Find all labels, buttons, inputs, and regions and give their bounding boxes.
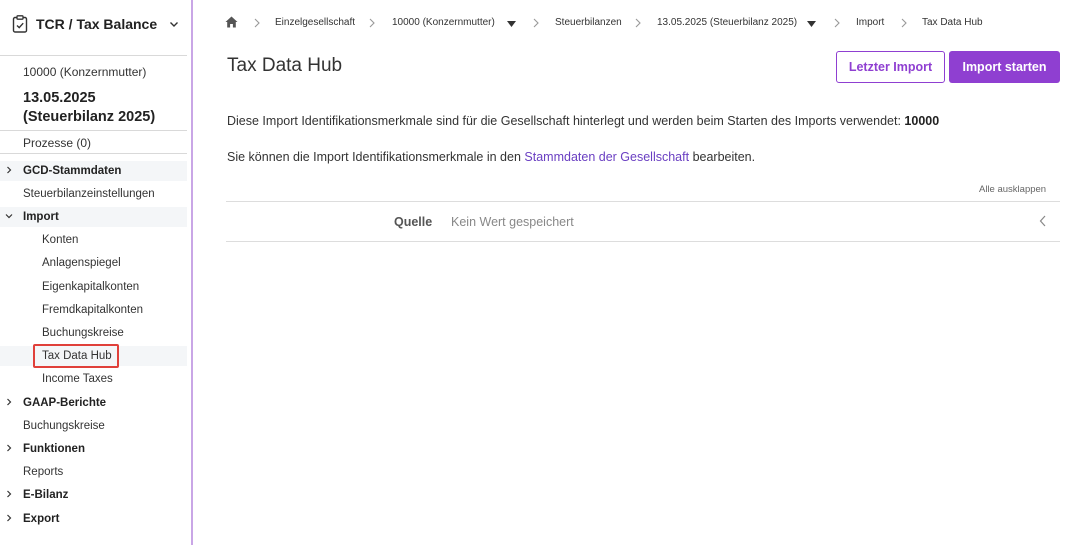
chevron-right-icon: [369, 18, 375, 28]
sidebar-item-income-taxes[interactable]: Income Taxes: [0, 369, 187, 389]
sidebar-item-fremdkapitalkonten[interactable]: Fremdkapitalkonten: [0, 300, 187, 320]
chevron-right-icon: [635, 18, 641, 28]
sidebar-item-label: E-Bilanz: [23, 489, 69, 501]
breadcrumb-import[interactable]: Import: [856, 17, 884, 28]
sidebar-item-eigenkapitalkonten[interactable]: Eigenkapitalkonten: [0, 277, 187, 297]
sidebar-item-buchungskreise-import[interactable]: Buchungskreise: [0, 323, 187, 343]
row-divider: [226, 241, 1060, 242]
sidebar: TCR / Tax Balance 10000 (Konzernmutter) …: [0, 0, 191, 545]
chevron-right-icon: [7, 166, 12, 174]
sidebar-item-steuerbilanzeinstellungen[interactable]: Steuerbilanzeinstellungen: [0, 184, 187, 204]
chevron-right-icon: [901, 18, 907, 28]
chevron-down-icon: [5, 214, 13, 219]
company-name: 10000 (Konzernmutter): [23, 65, 147, 79]
chevron-right-icon: [7, 514, 12, 522]
sidebar-item-konten[interactable]: Konten: [0, 230, 187, 250]
sidebar-item-label: Buchungskreise: [42, 327, 124, 339]
chevron-down-icon: [170, 22, 179, 27]
sidebar-item-label: Reports: [23, 466, 64, 478]
source-label: Quelle: [394, 215, 433, 229]
sidebar-item-label: Eigenkapitalkonten: [42, 281, 140, 293]
sidebar-item-label: Import: [23, 211, 59, 223]
sidebar-item-gaap-berichte[interactable]: GAAP-Berichte: [0, 393, 187, 413]
chevron-right-icon: [834, 18, 840, 28]
processes-link[interactable]: Prozesse (0): [23, 136, 91, 150]
expand-all-link[interactable]: Alle ausklappen: [979, 184, 1046, 195]
sidebar-item-reports[interactable]: Reports: [0, 462, 187, 482]
sidebar-item-label: Fremdkapitalkonten: [42, 304, 143, 316]
sidebar-item-label: Steuerbilanzeinstellungen: [23, 188, 155, 200]
source-value: Kein Wert gespeichert: [451, 215, 574, 229]
last-import-button[interactable]: Letzter Import: [836, 51, 945, 83]
sidebar-item-label: Anlagenspiegel: [42, 257, 121, 269]
sidebar-item-label: Tax Data Hub: [42, 350, 112, 362]
sidebar-item-import[interactable]: Import: [0, 207, 187, 227]
chevron-right-icon: [7, 398, 12, 406]
divider: [0, 153, 187, 154]
sidebar-item-label: Buchungskreise: [23, 420, 105, 432]
sidebar-item-anlagenspiegel[interactable]: Anlagenspiegel: [0, 253, 187, 273]
sidebar-item-label: Funktionen: [23, 443, 85, 455]
sidebar-item-label: GCD-Stammdaten: [23, 165, 122, 177]
balance-date-line2: (Steuerbilanz 2025): [23, 109, 156, 125]
sidebar-item-label: Export: [23, 513, 60, 525]
row-divider: [226, 201, 1060, 202]
caret-down-icon[interactable]: [807, 21, 816, 27]
balance-date: 13.05.2025 (Steuerbilanz 2025): [23, 89, 155, 127]
start-import-button[interactable]: Import starten: [949, 51, 1060, 83]
breadcrumb-steuerbilanzen[interactable]: Steuerbilanzen: [555, 17, 622, 28]
edit-hint-text: Sie können die Import Identifikationsmer…: [227, 150, 755, 164]
divider: [0, 55, 187, 56]
sidebar-divider: [191, 0, 193, 545]
page-title: Tax Data Hub: [227, 55, 343, 76]
sidebar-item-label: Konten: [42, 234, 79, 246]
import-info-text: Diese Import Identifikationsmerkmale sin…: [227, 114, 939, 128]
app-title: TCR / Tax Balance: [36, 16, 158, 32]
sidebar-item-funktionen[interactable]: Funktionen: [0, 439, 187, 459]
edit-hint-suffix: bearbeiten.: [692, 150, 756, 164]
clipboard-icon: [12, 15, 28, 33]
sidebar-item-export[interactable]: Export: [0, 509, 187, 529]
chevron-right-icon: [7, 490, 12, 498]
chevron-left-icon[interactable]: [1039, 215, 1047, 227]
sidebar-item-buchungskreise[interactable]: Buchungskreise: [0, 416, 187, 436]
import-identifier-value: 10000: [904, 114, 940, 128]
caret-down-icon[interactable]: [507, 21, 516, 27]
edit-hint-prefix: Sie können die Import Identifikationsmer…: [227, 150, 521, 164]
sidebar-item-label: Income Taxes: [42, 373, 113, 385]
breadcrumb-company[interactable]: 10000 (Konzernmutter): [392, 17, 495, 28]
company-master-data-link[interactable]: Stammdaten der Gesellschaft: [524, 150, 689, 164]
home-icon[interactable]: [225, 16, 238, 28]
breadcrumb-balance[interactable]: 13.05.2025 (Steuerbilanz 2025): [657, 17, 797, 28]
app-switcher[interactable]: TCR / Tax Balance: [0, 0, 187, 48]
sidebar-item-e-bilanz[interactable]: E-Bilanz: [0, 485, 187, 505]
divider: [0, 130, 187, 131]
sidebar-item-gcd-stammdaten[interactable]: GCD-Stammdaten: [0, 161, 187, 181]
chevron-right-icon: [7, 444, 12, 452]
chevron-right-icon: [254, 18, 260, 28]
sidebar-item-tax-data-hub[interactable]: Tax Data Hub: [0, 346, 187, 366]
balance-date-line1: 13.05.2025: [23, 90, 96, 106]
sidebar-item-label: GAAP-Berichte: [23, 397, 107, 409]
breadcrumb-current: Tax Data Hub: [922, 17, 983, 28]
import-info-label: Diese Import Identifikationsmerkmale sin…: [227, 114, 901, 128]
chevron-right-icon: [533, 18, 539, 28]
breadcrumb-einzelgesellschaft[interactable]: Einzelgesellschaft: [275, 17, 355, 28]
